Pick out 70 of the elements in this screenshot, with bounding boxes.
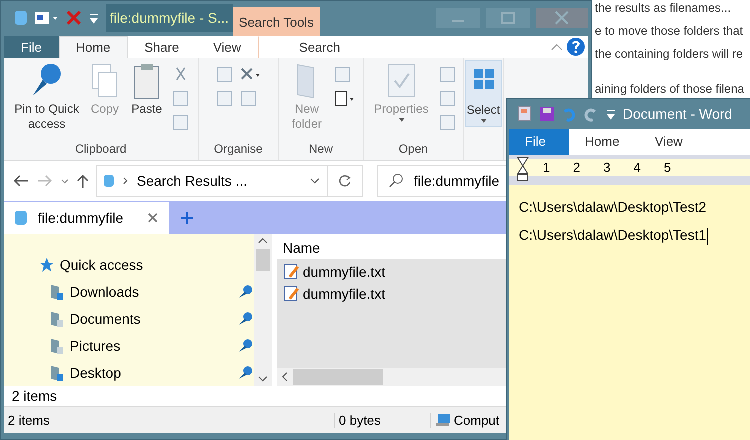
nav-item[interactable]: Desktop <box>40 364 254 383</box>
computer-icon <box>435 413 451 428</box>
scroll-thumb[interactable] <box>293 369 383 386</box>
ribbon-button[interactable]: Select <box>464 60 502 127</box>
scroll-up-icon[interactable] <box>258 236 268 245</box>
folder-icon <box>50 284 64 301</box>
scroll-thumb[interactable] <box>256 248 270 271</box>
group-label: Clipboard <box>74 142 128 158</box>
window-title: Document - Word <box>623 106 732 122</box>
refresh-icon <box>338 174 352 188</box>
pin-icon <box>238 339 254 354</box>
folder-tab[interactable]: file:dummyfile <box>4 202 169 234</box>
search-results-icon <box>14 210 28 226</box>
up-icon[interactable] <box>76 173 90 190</box>
status-text: 0 bytes <box>334 412 430 428</box>
dropdown-caret-icon <box>480 118 488 124</box>
folder-icon <box>50 310 64 328</box>
pin-icon <box>238 312 254 326</box>
properties-quick-icon[interactable] <box>34 10 60 26</box>
scroll-down-icon[interactable] <box>258 375 268 384</box>
new-tab-icon[interactable] <box>179 210 195 226</box>
search-icon <box>388 173 404 190</box>
background-text: e to move those folders that <box>595 24 744 38</box>
folder-app-icon <box>14 9 28 28</box>
context-tab-label: Search Tools <box>233 6 320 36</box>
help-icon[interactable] <box>564 36 588 58</box>
background-text: aining folders of those filena <box>595 82 746 96</box>
search-field[interactable]: file:dummyfile <box>377 165 509 198</box>
search-results-icon <box>103 174 115 188</box>
document-text: C:\Users\dalaw\Desktop\Test1 <box>519 227 709 245</box>
dropdown-caret-icon <box>398 116 406 123</box>
pin-icon <box>238 285 254 300</box>
indent-marker-icon <box>517 157 529 183</box>
status-text: 2 items <box>7 412 51 428</box>
nav-item[interactable]: Downloads <box>40 282 254 302</box>
background-text: the results as filenames... <box>595 1 732 15</box>
save-icon[interactable] <box>539 106 555 122</box>
ribbon-tab[interactable]: File <box>509 129 569 155</box>
folder-icon <box>50 364 64 382</box>
text-file-icon <box>283 284 301 303</box>
redo-icon[interactable] <box>583 106 599 122</box>
clipboard-icon <box>132 62 162 102</box>
ribbon-button[interactable]: Paste <box>127 60 167 119</box>
file-row[interactable]: dummyfile.txt <box>277 282 506 305</box>
ribbon-tab[interactable]: Home <box>58 36 128 58</box>
document-app-icon <box>517 106 533 122</box>
text-file-icon <box>283 262 301 281</box>
refresh-button[interactable] <box>328 165 363 198</box>
ribbon-tab[interactable]: File <box>4 36 59 58</box>
close-icon[interactable] <box>147 212 159 224</box>
easy-access-icon <box>333 90 357 108</box>
pin-icon <box>238 366 254 380</box>
dropdown-caret-icon <box>309 176 321 186</box>
address-bar[interactable]: Search Results ... <box>96 165 328 198</box>
window-title: file:dummyfile - S... <box>106 4 234 32</box>
ribbon-button[interactable]: Pin to Quick access <box>11 60 83 134</box>
file-row[interactable]: dummyfile.txt <box>277 260 506 283</box>
back-icon[interactable] <box>12 174 30 188</box>
nav-item[interactable]: Pictures <box>40 336 254 356</box>
star-icon <box>40 258 54 272</box>
nav-item[interactable]: Documents <box>40 310 254 329</box>
scroll-left-icon[interactable] <box>281 372 289 382</box>
chevron-icon <box>123 176 129 186</box>
document-text: C:\Users\dalaw\Desktop\Test2 <box>519 199 708 215</box>
group-label: Organise <box>213 142 264 158</box>
group-label: Open <box>398 142 430 158</box>
nav-item[interactable]: Quick access <box>40 256 254 275</box>
group-label: New <box>308 142 334 158</box>
background-text: the containing folders will re <box>595 47 744 61</box>
folder-icon <box>50 338 64 355</box>
